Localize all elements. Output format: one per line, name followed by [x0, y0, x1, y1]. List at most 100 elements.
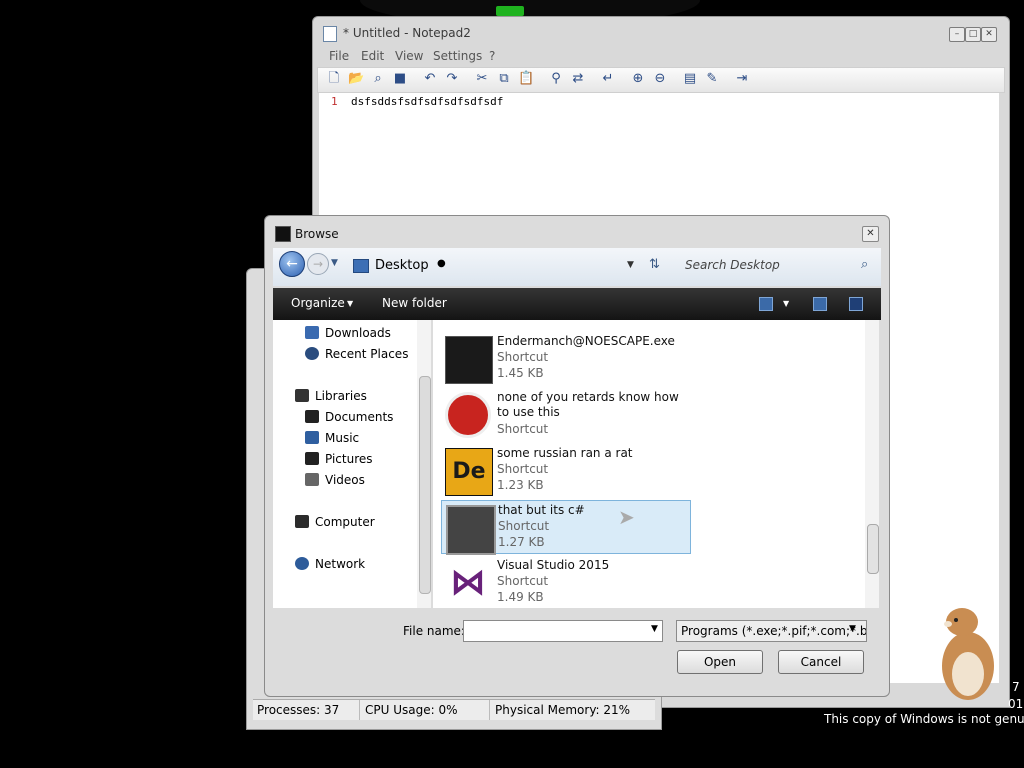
watermark-fragment: 01 [1008, 697, 1024, 711]
notepad-menubar: File Edit View Settings ? [313, 47, 1009, 67]
videos-icon [305, 473, 319, 486]
paste-icon[interactable]: 📋 [518, 71, 534, 87]
find-icon[interactable]: ⚲ [548, 71, 564, 87]
notepad-toolbar: 🗋 📂 ⌕ ■ ↶ ↷ ✂ ⧉ 📋 ⚲ ⇄ ↵ ⊕ ⊖ ▤ ✎ ⇥ [317, 67, 1005, 93]
list-item[interactable]: ⋈ Visual Studio 2015 Shortcut 1.49 KB [441, 556, 689, 608]
file-size: 1.27 KB [498, 535, 545, 549]
nav-scrollbar[interactable] [417, 320, 431, 608]
desktop-icon [353, 259, 369, 273]
console-app-icon [445, 336, 493, 384]
nav-item-network[interactable]: Network [315, 557, 365, 571]
browse-icon[interactable]: ⌕ [370, 71, 386, 87]
downloads-icon [305, 326, 319, 339]
nav-item-libraries[interactable]: Libraries [315, 389, 367, 403]
music-icon [305, 431, 319, 444]
close-icon[interactable]: ✕ [981, 27, 997, 42]
file-scroll-thumb[interactable] [867, 524, 879, 574]
zoom-out-icon[interactable]: ⊖ [652, 71, 668, 87]
cancel-button[interactable]: Cancel [778, 650, 864, 674]
view-dropdown-icon[interactable]: ▼ [783, 299, 789, 308]
cpu-usage: CPU Usage: 0% [365, 703, 458, 717]
file-type-dropdown-icon[interactable]: ▼ [849, 624, 856, 634]
file-name-label: File name: [403, 624, 465, 638]
menu-settings[interactable]: Settings [433, 49, 482, 63]
help-icon[interactable] [849, 297, 863, 311]
save-icon[interactable]: ■ [392, 71, 408, 87]
zoom-in-icon[interactable]: ⊕ [630, 71, 646, 87]
word-wrap-icon[interactable]: ↵ [600, 71, 616, 87]
menu-edit[interactable]: Edit [361, 49, 384, 63]
undo-icon[interactable]: ↶ [422, 71, 438, 87]
replace-icon[interactable]: ⇄ [570, 71, 586, 87]
nav-item-recent-places[interactable]: Recent Places [325, 347, 408, 361]
search-icon[interactable]: ⌕ [861, 257, 868, 272]
list-item[interactable]: De some russian ran a rat Shortcut 1.23 … [441, 444, 689, 496]
new-folder-button[interactable]: New folder [382, 296, 447, 310]
dragon-app-icon [445, 392, 491, 438]
forward-arrow-icon[interactable]: → [307, 253, 329, 275]
list-item[interactable]: Endermanch@NOESCAPE.exe Shortcut 1.45 KB [441, 332, 689, 384]
organize-dropdown-icon[interactable]: ▼ [347, 299, 353, 308]
file-type: Shortcut [497, 350, 549, 364]
visual-studio-icon: ⋈ [445, 560, 491, 606]
watermark-fragment: 7 [1012, 680, 1020, 694]
computer-icon [295, 515, 309, 528]
menu-view[interactable]: View [395, 49, 423, 63]
search-placeholder: Search Desktop [685, 258, 780, 272]
cut-icon[interactable]: ✂ [474, 71, 490, 87]
view-options-icon[interactable] [759, 297, 773, 311]
list-item-selected[interactable]: that but its c# Shortcut 1.27 KB ➤ [441, 500, 691, 555]
menu-file[interactable]: File [329, 49, 349, 63]
nav-scroll-thumb[interactable] [419, 376, 431, 594]
minimize-icon[interactable]: – [949, 27, 965, 42]
browse-titlebar[interactable]: Browse ✕ [265, 216, 889, 250]
file-scrollbar[interactable] [865, 320, 879, 608]
editor-text[interactable]: dsfsddsfsdfsdfsdfsdfsdf [351, 95, 503, 108]
notepad-icon [323, 26, 337, 42]
nav-item-pictures[interactable]: Pictures [325, 452, 373, 466]
organize-button[interactable]: Organize [291, 296, 345, 310]
dock-indicator [496, 6, 524, 16]
notepad-title: * Untitled - Notepad2 [343, 26, 471, 40]
redo-icon[interactable]: ↷ [444, 71, 460, 87]
close-icon[interactable]: ✕ [862, 226, 879, 242]
nav-item-computer[interactable]: Computer [315, 515, 375, 529]
scheme-icon[interactable]: ▤ [682, 71, 698, 87]
file-type-select[interactable]: Programs (*.exe;*.pif;*.com;*.ba [676, 620, 867, 642]
line-number: 1 [331, 95, 338, 108]
back-arrow-icon[interactable]: ← [279, 251, 305, 277]
breadcrumb-location[interactable]: Desktop [375, 258, 429, 273]
nav-item-videos[interactable]: Videos [325, 473, 365, 487]
file-name: that but its c# [498, 503, 585, 517]
file-type: Shortcut [497, 574, 549, 588]
list-item[interactable]: none of you retards know how to use this… [441, 388, 689, 440]
preview-pane-icon[interactable] [813, 297, 827, 311]
menu-help[interactable]: ? [489, 49, 495, 63]
history-dropdown-icon[interactable]: ▼ [331, 258, 338, 268]
new-file-icon[interactable]: 🗋 [326, 71, 342, 87]
command-bar: Organize ▼ New folder ▼ [273, 288, 881, 320]
search-box[interactable]: Search Desktop ⌕ [673, 256, 873, 276]
refresh-icon[interactable]: ⇅ [649, 257, 660, 272]
open-folder-icon[interactable]: 📂 [348, 71, 364, 87]
file-name-input[interactable] [463, 620, 663, 642]
nav-item-downloads[interactable]: Downloads [325, 326, 391, 340]
notepad-titlebar[interactable]: * Untitled - Notepad2 – □ ✕ [313, 17, 1009, 47]
nav-item-documents[interactable]: Documents [325, 410, 393, 424]
browse-window-icon [275, 226, 291, 242]
copy-icon[interactable]: ⧉ [496, 71, 512, 87]
customize-icon[interactable]: ✎ [704, 71, 720, 87]
maximize-icon[interactable]: □ [965, 27, 981, 42]
nav-item-music[interactable]: Music [325, 431, 359, 445]
address-dropdown-icon[interactable]: ▼ [627, 260, 634, 270]
file-name-dropdown-icon[interactable]: ▼ [651, 624, 658, 634]
address-bar: ← → ▼ Desktop ● ▼ ⇅ Search Desktop ⌕ [273, 248, 881, 286]
breadcrumb[interactable]: Desktop ● [353, 256, 623, 276]
file-size: 1.23 KB [497, 478, 544, 492]
genuine-notice: This copy of Windows is not genuine [824, 712, 1024, 726]
file-size: 1.45 KB [497, 366, 544, 380]
delphi-app-icon: De [445, 448, 493, 496]
documents-icon [305, 410, 319, 423]
exit-icon[interactable]: ⇥ [734, 71, 750, 87]
open-button[interactable]: Open [677, 650, 763, 674]
